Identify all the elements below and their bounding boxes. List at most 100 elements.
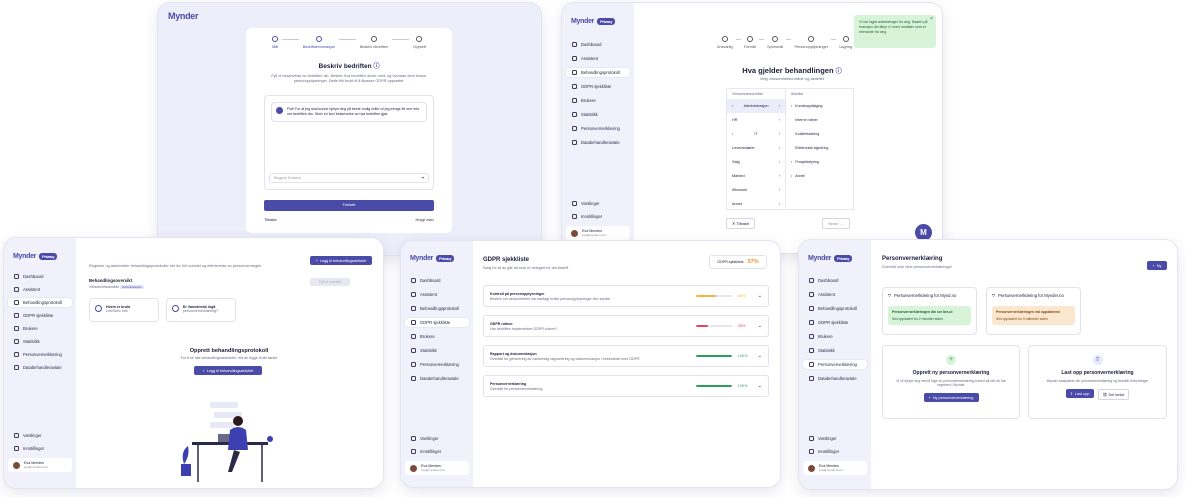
step-responsible[interactable]: Ansvarlig [717, 36, 733, 49]
step-1[interactable]: Mål [272, 36, 278, 49]
step-storage[interactable]: Lagring [839, 36, 852, 49]
new-policy-button[interactable]: + Ny [1147, 261, 1167, 270]
assistant-fab-icon[interactable]: M [915, 224, 932, 241]
checklist-item[interactable]: Rapport og dokumentasjon Oversikt for gen… [483, 345, 769, 367]
area-row[interactable]: HR › [727, 113, 785, 127]
nav-users[interactable]: Brukere [566, 96, 630, 105]
nav-processing-protocol[interactable]: Behandlingsprotokoll [8, 298, 72, 307]
area-row[interactable]: Leverandører › [727, 141, 785, 155]
area-row[interactable]: • IT › [727, 127, 785, 141]
nav-dashboard[interactable]: Dashboard [803, 276, 867, 285]
nav-privacy-policy[interactable]: Personvernerklæring [405, 360, 469, 369]
user-card[interactable]: Eva Mendes eva@mynder.com [803, 461, 867, 475]
chevron-down-icon[interactable]: ⌄ [758, 353, 762, 359]
progress-bar [695, 384, 732, 388]
nav-gdpr-checklist[interactable]: GDPR sjekkliste [8, 311, 72, 320]
nav-notifications[interactable]: Varslinger [405, 434, 469, 443]
policy-card-1[interactable]: ⛉ Personvernerklæring for Mynd.no Personv… [882, 287, 977, 335]
area-row[interactable]: • Administrasjon › [727, 99, 785, 113]
empty-state-title: Opprett behandlingsprotokoll [189, 348, 269, 354]
skip-link[interactable]: Hopp over [416, 217, 434, 222]
upload-button[interactable]: ⇧ Last opp [1065, 389, 1094, 398]
chevron-down-icon[interactable]: ⌄ [758, 293, 762, 299]
activity-row[interactable]: • Kvalitetssikring [786, 127, 853, 141]
next-button[interactable]: Neste → [822, 218, 850, 229]
step-4[interactable]: Oppsett [413, 36, 426, 49]
nav-data-processor-agreement[interactable]: Databehandleravtale [8, 363, 72, 372]
nav-gdpr-checklist[interactable]: GDPR sjekkliste [566, 82, 630, 91]
user-card[interactable]: Eva Mendes eva@mynder.com [405, 461, 469, 475]
policy-status-warn: Personvernerklæringen må oppdateres! Sist… [992, 306, 1075, 325]
nav-settings[interactable]: Innstillinger [803, 447, 867, 456]
activity-row[interactable]: • Prosjektstyring [786, 155, 853, 169]
area-row[interactable]: Økonomi › [727, 183, 785, 197]
nav-gdpr-checklist[interactable]: GDPR sjekkliste [803, 318, 867, 327]
user-card[interactable]: Eva Mendes eva@mynder.com [566, 226, 630, 240]
area-row[interactable]: Salg › [727, 155, 785, 169]
nav-users[interactable]: Brukere [8, 324, 72, 333]
nav-users[interactable]: Brukere [803, 332, 867, 341]
add-activity-button[interactable]: + Legg til behandlingsaktivitet [310, 256, 372, 265]
nav-dashboard[interactable]: Dashboard [566, 40, 630, 49]
chevron-down-icon[interactable]: ⌄ [758, 323, 762, 329]
nav-statistics[interactable]: Statistikk [803, 346, 867, 355]
area-row[interactable]: Marked › [727, 169, 785, 183]
step-2[interactable]: Bedriftsinformasjon [303, 36, 335, 49]
question-card-2[interactable]: Er Vanedtrekk ingå personvernerklæring? [166, 298, 236, 322]
step-purpose[interactable]: Formål [744, 36, 756, 49]
question-card-1[interactable]: Hvem er brukt Les/Skriv info [89, 298, 159, 322]
nav-users[interactable]: Brukere [405, 332, 469, 341]
message-input[interactable]: Begynn å skrive ➔ [269, 172, 429, 183]
nav-statistics[interactable]: Statistikk [8, 337, 72, 346]
back-button[interactable]: ✕ Tilbake [726, 218, 756, 229]
nav-assistant[interactable]: Assistent [405, 290, 469, 299]
nav-dashboard[interactable]: Dashboard [405, 276, 469, 285]
nav-statistics[interactable]: Statistikk [405, 346, 469, 355]
nav-processing-protocol[interactable]: Behandlingsprotokoll [566, 68, 630, 77]
share-link-button[interactable]: ⛓ Del lenke [1097, 389, 1130, 400]
nav-processing-protocol[interactable]: Behandlingsprotokoll [803, 304, 867, 313]
fill-overview-button[interactable]: Fyll ut oversikt [310, 278, 350, 286]
nav-notifications[interactable]: Varslinger [8, 431, 72, 440]
activity-row[interactable]: • Elektronisk signering [786, 141, 853, 155]
nav-data-processor-agreement[interactable]: Databehandleravtale [566, 138, 630, 147]
step-personal-data[interactable]: Personopplysninger [794, 36, 828, 49]
activity-row[interactable]: • Interne rutiner [786, 113, 853, 127]
area-row[interactable]: Annet › [727, 197, 785, 211]
nav-notifications[interactable]: Varslinger [566, 199, 630, 208]
nav-gdpr-checklist[interactable]: GDPR sjekkliste [405, 318, 469, 327]
step-3[interactable]: Beskriv bedriften [360, 36, 388, 49]
nav-data-processor-agreement[interactable]: Databehandleravtale [803, 374, 867, 383]
send-icon[interactable]: ➔ [421, 175, 424, 180]
nav-privacy-policy[interactable]: Personvernerklæring [803, 360, 867, 369]
checklist-item[interactable]: Kontroll på personopplysninger Beskriv om… [483, 285, 769, 307]
nav-assistant[interactable]: Assistent [566, 54, 630, 63]
nav-settings[interactable]: Innstillinger [566, 212, 630, 221]
user-card[interactable]: Eva Mendes eva@mynder.com [8, 458, 72, 472]
chevron-down-icon[interactable]: ⌄ [758, 383, 762, 389]
close-icon[interactable]: × [930, 16, 933, 23]
nav-data-processor-agreement[interactable]: Databehandleravtale [405, 374, 469, 383]
nav-notifications[interactable]: Varslinger [803, 434, 867, 443]
empty-add-button[interactable]: + Legg til behandlingsaktivitet [194, 366, 262, 375]
nav-label: Behandlingsprotokoll [581, 70, 620, 75]
step-questions[interactable]: Sporsmål [767, 36, 783, 49]
area-badge[interactable]: Administrasjon [120, 285, 144, 289]
activity-row[interactable]: • Kundeoppfølging [786, 99, 853, 113]
nav-processing-protocol[interactable]: Behandlingsprotokoll [405, 304, 469, 313]
activity-row[interactable]: • Annet [786, 169, 853, 183]
nav-privacy-policy[interactable]: Personvernerklæring [8, 350, 72, 359]
nav-statistics[interactable]: Statistikk [566, 110, 630, 119]
nav-settings[interactable]: Innstillinger [8, 444, 72, 453]
policy-card-2[interactable]: ⛉ Personvernerklæring for Mynder.no Perso… [986, 287, 1081, 335]
nav-privacy-policy[interactable]: Personvernerklæring [566, 124, 630, 133]
nav-dashboard[interactable]: Dashboard [8, 272, 72, 281]
checklist-item[interactable]: Personvernerklæring Oversikt for personve… [483, 375, 769, 397]
create-policy-button[interactable]: + Ny personvernerklæring [923, 393, 979, 402]
back-link[interactable]: Tilbake [264, 217, 277, 222]
continue-button[interactable]: Fortsett [264, 199, 434, 211]
nav-assistant[interactable]: Assistent [8, 285, 72, 294]
checklist-item[interactable]: GDPR rutiner Har bedriften implementert G… [483, 315, 769, 337]
nav-assistant[interactable]: Assistent [803, 290, 867, 299]
nav-settings[interactable]: Innstillinger [405, 447, 469, 456]
